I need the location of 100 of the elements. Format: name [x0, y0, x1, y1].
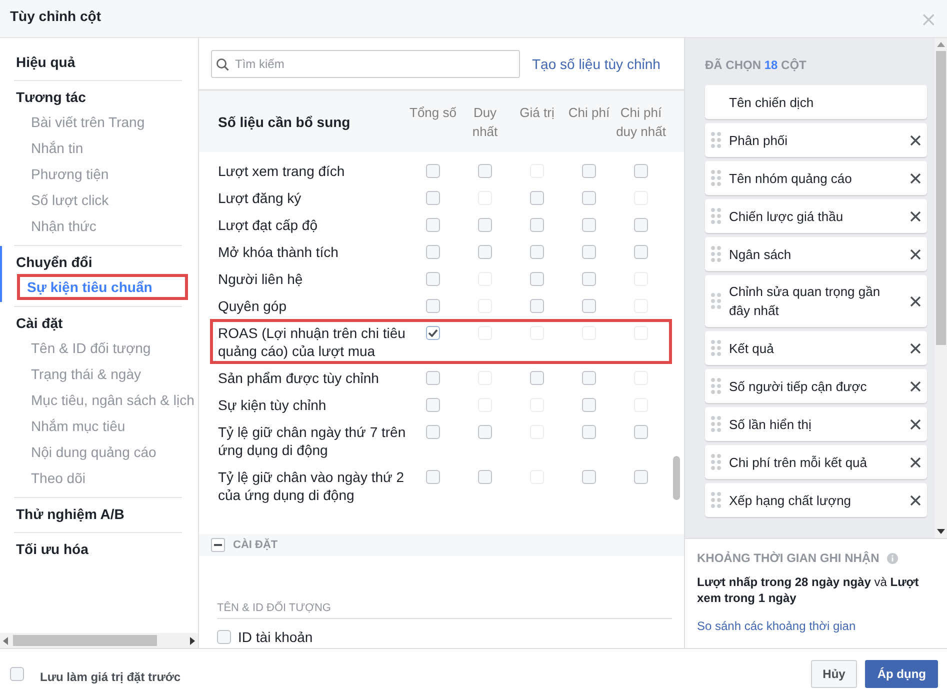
drag-handle-icon[interactable] [711, 378, 721, 394]
column-header: Chi phí duy nhất [615, 104, 667, 140]
remove-icon[interactable] [910, 456, 921, 468]
selected-column-card[interactable]: Số lần hiển thị [705, 407, 927, 441]
checkbox[interactable] [582, 164, 596, 178]
checkbox[interactable] [478, 218, 492, 232]
checkbox[interactable] [582, 425, 596, 439]
remove-icon[interactable] [910, 418, 921, 430]
selected-column-card[interactable]: Chiến lược giá thầu [705, 199, 927, 233]
checkbox[interactable] [217, 630, 231, 644]
horizontal-scrollbar[interactable] [0, 633, 198, 648]
scroll-up-icon[interactable] [937, 42, 945, 47]
remove-icon[interactable] [910, 172, 921, 184]
selected-column-card[interactable]: Chỉnh sửa quan trọng gần đây nhất [705, 275, 927, 327]
drag-handle-icon[interactable] [711, 416, 721, 432]
checkbox[interactable] [582, 299, 596, 313]
checkbox[interactable] [426, 164, 440, 178]
checkbox[interactable] [634, 164, 648, 178]
sidebar-category[interactable]: Hiệu quả [14, 50, 182, 74]
checkbox[interactable] [426, 371, 440, 385]
checkbox[interactable] [582, 218, 596, 232]
checkbox[interactable] [426, 218, 440, 232]
drag-handle-icon[interactable] [711, 293, 721, 309]
sidebar-item[interactable]: Sự kiện tiêu chuẩn [17, 274, 188, 300]
selected-column-card[interactable]: Số người tiếp cận được [705, 369, 927, 403]
checkbox[interactable] [426, 470, 440, 484]
save-preset-checkbox[interactable] [10, 666, 24, 680]
scroll-down-icon[interactable] [937, 529, 945, 534]
drag-handle-icon[interactable] [711, 132, 721, 148]
vertical-scrollbar[interactable] [935, 38, 947, 538]
drag-handle-icon[interactable] [711, 170, 721, 186]
sidebar-category[interactable]: Chuyển đổi [14, 250, 182, 274]
checkbox[interactable] [530, 272, 544, 286]
scroll-left-icon[interactable] [3, 636, 9, 644]
selected-column-card[interactable]: Kết quả [705, 331, 927, 365]
cancel-button[interactable]: Hủy [810, 660, 858, 688]
checkbox[interactable] [426, 425, 440, 439]
sidebar-category[interactable]: Thử nghiệm A/B [14, 502, 182, 526]
column-header: Tổng số [408, 104, 458, 122]
checkbox[interactable] [634, 218, 648, 232]
column-name: Chỉnh sửa quan trọng gần đây nhất [729, 283, 882, 320]
checkbox[interactable] [582, 272, 596, 286]
drag-handle-icon[interactable] [711, 208, 721, 224]
remove-icon[interactable] [910, 134, 921, 146]
drag-handle-icon[interactable] [711, 340, 721, 356]
drag-handle-icon[interactable] [711, 492, 721, 508]
compare-link[interactable]: So sánh các khoảng thời gian [697, 619, 856, 633]
apply-button[interactable]: Áp dụng [865, 660, 938, 688]
remove-icon[interactable] [910, 494, 921, 506]
checkbox[interactable] [582, 470, 596, 484]
checkbox[interactable] [530, 245, 544, 259]
sidebar-category[interactable]: Tối ưu hóa [14, 537, 182, 561]
metric-label: Sản phẩm được tùy chỉnh [218, 369, 380, 387]
selected-column-card[interactable]: Xếp hạng chất lượng [705, 483, 927, 517]
checkbox[interactable] [634, 245, 648, 259]
checkbox[interactable] [582, 371, 596, 385]
checkbox[interactable] [634, 470, 648, 484]
create-custom-metric-link[interactable]: Tạo số liệu tùy chỉnh [532, 56, 660, 72]
selected-count-heading: ĐÃ CHỌN 18 CỘT [705, 58, 808, 72]
remove-icon[interactable] [910, 296, 921, 306]
remove-icon[interactable] [910, 342, 921, 354]
checkbox[interactable] [530, 371, 544, 385]
selected-column-card[interactable]: Chi phí trên mỗi kết quả [705, 445, 927, 479]
selected-column-card[interactable]: Tên nhóm quảng cáo [705, 161, 927, 195]
selected-column-card[interactable]: Phân phối [705, 123, 927, 157]
drag-handle-icon[interactable] [711, 246, 721, 262]
collapse-toggle[interactable] [211, 538, 225, 552]
remove-icon[interactable] [910, 248, 921, 260]
remove-icon[interactable] [910, 210, 921, 222]
scroll-right-icon[interactable] [189, 636, 195, 644]
metric-label: Sự kiện tùy chỉnh [218, 396, 328, 414]
dialog-title: Tùy chỉnh cột [10, 8, 101, 24]
checkbox[interactable] [426, 299, 440, 313]
checkbox[interactable] [582, 398, 596, 412]
sidebar-category[interactable]: Tương tác [14, 85, 182, 109]
metric-label: ROAS (Lợi nhuận trên chi tiêu quảng cáo) của lượt mua [218, 324, 406, 360]
checkbox[interactable] [530, 218, 544, 232]
checkbox[interactable] [478, 470, 492, 484]
info-icon[interactable] [887, 552, 898, 564]
selected-column-card[interactable]: Tên chiến dịch [705, 85, 927, 119]
drag-handle-icon[interactable] [711, 454, 721, 470]
checkbox[interactable] [478, 245, 492, 259]
checkbox[interactable] [530, 299, 544, 313]
checkbox[interactable] [426, 326, 440, 340]
checkbox[interactable] [478, 164, 492, 178]
checkbox[interactable] [530, 191, 544, 205]
checkbox[interactable] [426, 245, 440, 259]
scrollbar-thumb[interactable] [673, 456, 680, 500]
search-field[interactable]: Tìm kiếm [211, 50, 520, 78]
sidebar-category[interactable]: Cài đặt [14, 311, 182, 335]
selected-column-card[interactable]: Ngân sách [705, 237, 927, 271]
column-name: Kết quả [729, 340, 775, 358]
checkbox[interactable] [582, 245, 596, 259]
checkbox[interactable] [426, 398, 440, 412]
checkbox[interactable] [478, 425, 492, 439]
remove-icon[interactable] [910, 380, 921, 392]
checkbox[interactable] [634, 425, 648, 439]
checkbox[interactable] [582, 191, 596, 205]
checkbox[interactable] [426, 272, 440, 286]
checkbox[interactable] [426, 191, 440, 205]
